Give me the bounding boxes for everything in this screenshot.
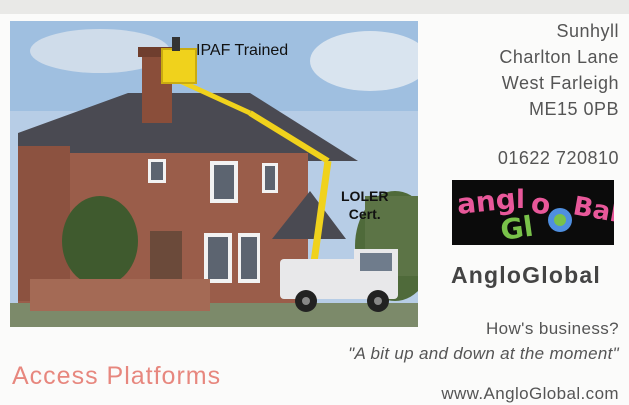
service-title: Access Platforms (12, 362, 222, 390)
address-line-2: Charlton Lane (499, 47, 619, 67)
business-card: IPAF Trained LOLER Cert. Sunhyll Charlto… (0, 0, 629, 405)
loler-line-1: LOLER (341, 188, 389, 204)
address-line-4: ME15 0PB (528, 99, 619, 119)
address-line-3: West Farleigh (501, 73, 619, 93)
address-block: Sunhyll Charlton Lane West Farleigh ME15… (499, 18, 619, 122)
tagline-question: How's business? (485, 319, 619, 338)
ipaf-label: IPAF Trained (196, 42, 289, 59)
svg-text:Bal: Bal (571, 191, 614, 229)
top-band (0, 0, 629, 14)
brand-name: AngloGlobal (451, 262, 601, 288)
loler-label: LOLER Cert. (341, 187, 388, 223)
svg-text:Gl: Gl (498, 210, 535, 245)
loler-line-2: Cert. (348, 206, 381, 222)
anglo-global-logo: ang l o Gl Bal (452, 180, 614, 245)
address-line-1: Sunhyll (556, 21, 619, 41)
website-link[interactable]: www.AngloGlobal.com (441, 384, 619, 404)
tagline-quote: "A bit up and down at the moment" (348, 344, 619, 363)
phone-number: 01622 720810 (497, 148, 619, 168)
house-photo (10, 21, 418, 327)
